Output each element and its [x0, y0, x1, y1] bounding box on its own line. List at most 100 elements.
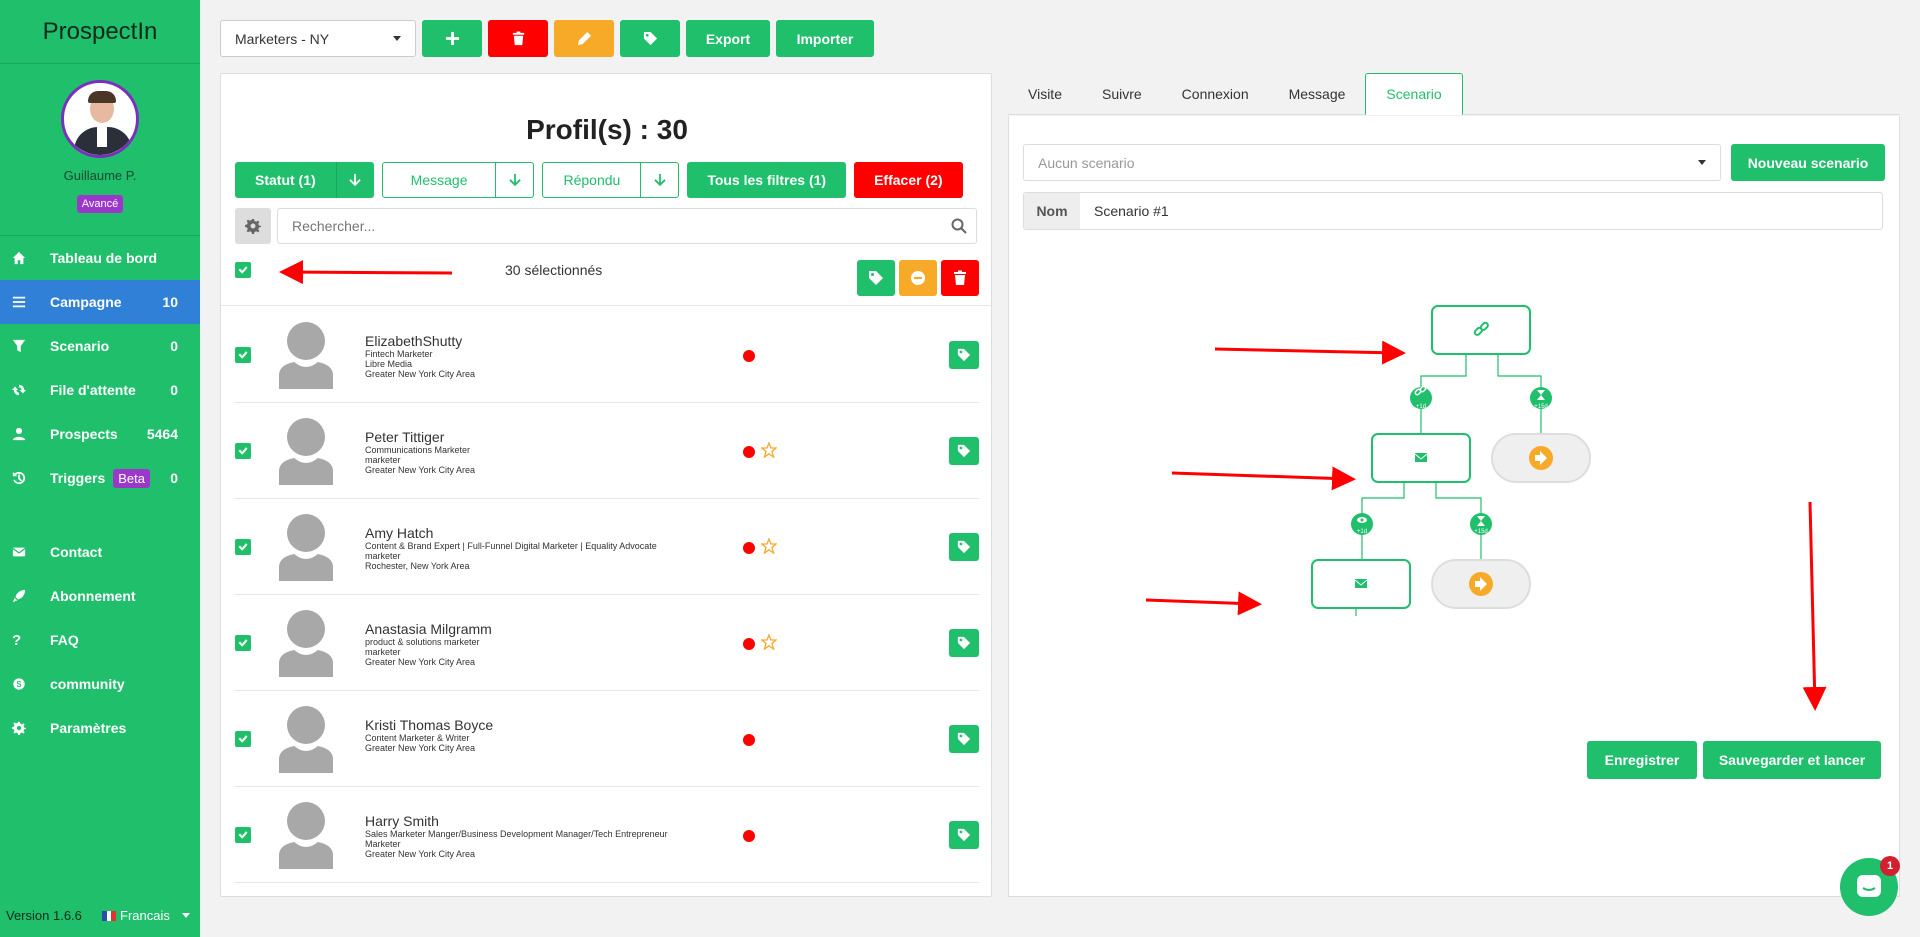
edit-campaign-button[interactable] — [554, 20, 614, 57]
home-icon — [12, 236, 38, 280]
bulk-tag-button[interactable] — [857, 260, 895, 296]
row-tag-button[interactable] — [949, 821, 979, 849]
tag-icon — [957, 540, 971, 554]
filter-message[interactable]: Message — [381, 162, 535, 198]
save-launch-button[interactable]: Sauvegarder et lancer — [1703, 741, 1881, 779]
star-icon[interactable] — [761, 538, 777, 554]
profile-name[interactable]: ElizabethShutty — [365, 333, 475, 349]
tab-message[interactable]: Message — [1269, 73, 1366, 115]
profile-name[interactable]: Anastasia Milgramm — [365, 621, 492, 637]
sidebar-item-queue[interactable]: File d'attente 0 — [0, 368, 200, 412]
sidebar-item-dashboard[interactable]: Tableau de bord — [0, 236, 200, 280]
row-checkbox[interactable] — [235, 539, 251, 555]
node-message-2[interactable] — [1311, 559, 1411, 609]
row-checkbox[interactable] — [235, 347, 251, 363]
save-button[interactable]: Enregistrer — [1587, 741, 1697, 779]
search-icon[interactable] — [951, 218, 967, 234]
profile-company: marketer — [365, 455, 401, 465]
sidebar-item-prospects[interactable]: Prospects 5464 — [0, 412, 200, 456]
profile-row[interactable]: ElizabethShutty Fintech Marketer Libre Med… — [235, 307, 979, 403]
select-all-checkbox[interactable] — [235, 262, 251, 278]
import-button[interactable]: Importer — [776, 20, 874, 57]
tag-icon — [957, 636, 971, 650]
profile-row[interactable]: Amy Hatch Content & Brand Expert | Full-F… — [235, 499, 979, 595]
history-icon — [12, 456, 38, 500]
settings-button[interactable] — [235, 208, 271, 244]
filter-statut[interactable]: Statut (1) — [235, 162, 374, 198]
profile-info[interactable]: Amy Hatch Content & Brand Expert | Full-F… — [365, 525, 657, 571]
delete-campaign-button[interactable] — [488, 20, 548, 57]
sidebar-item-faq[interactable]: ? FAQ — [0, 618, 200, 662]
selected-count: 30 sélectionnés — [505, 262, 603, 278]
sidebar-item-triggers[interactable]: Triggers Beta 0 — [0, 456, 200, 500]
sidebar-item-community[interactable]: S community — [0, 662, 200, 706]
row-tag-button[interactable] — [949, 725, 979, 753]
profile-info[interactable]: Peter Tittiger Communications Marketer mar… — [365, 429, 475, 475]
sidebar-item-parametres[interactable]: Paramètres — [0, 706, 200, 750]
trash-icon — [954, 270, 966, 285]
profile-name[interactable]: Peter Tittiger — [365, 429, 475, 445]
star-icon[interactable] — [761, 442, 777, 458]
sidebar-item-contact[interactable]: Contact — [0, 530, 200, 574]
status-dot — [743, 542, 755, 554]
row-tag-button[interactable] — [949, 341, 979, 369]
profile-row[interactable]: Harry Smith Sales Marketer Manger/Busines… — [235, 787, 979, 883]
app-brand[interactable]: ProspectIn — [0, 0, 200, 64]
row-checkbox[interactable] — [235, 443, 251, 459]
profile-name[interactable]: Kristi Thomas Boyce — [365, 717, 493, 733]
bulk-delete-button[interactable] — [941, 260, 979, 296]
row-tag-button[interactable] — [949, 437, 979, 465]
filter-repondu[interactable]: Répondu — [542, 162, 680, 198]
add-campaign-button[interactable] — [422, 20, 482, 57]
tab-scenario[interactable]: Scenario — [1365, 73, 1463, 115]
profile-info[interactable]: Anastasia Milgramm product & solutions ma… — [365, 621, 492, 667]
campaign-select[interactable]: Marketers - NY — [220, 20, 416, 57]
tab-suivre[interactable]: Suivre — [1082, 73, 1162, 115]
clear-filters-button[interactable]: Effacer (2) — [854, 162, 963, 198]
profile-info[interactable]: Kristi Thomas Boyce Content Marketer & Wr… — [365, 717, 493, 753]
scenario-select[interactable]: Aucun scenario — [1023, 144, 1721, 181]
tag-campaign-button[interactable] — [620, 20, 680, 57]
name-value[interactable]: Scenario #1 — [1080, 193, 1882, 229]
sidebar-item-abonnement[interactable]: Abonnement — [0, 574, 200, 618]
profile-row[interactable]: Kristi Thomas Boyce Content Marketer & Wr… — [235, 691, 979, 787]
profile-row[interactable]: Anastasia Milgramm product & solutions ma… — [235, 595, 979, 691]
avatar[interactable] — [61, 80, 139, 158]
node-exit-1[interactable] — [1491, 433, 1591, 483]
arrow-down-icon — [335, 162, 374, 198]
tab-connexion[interactable]: Connexion — [1162, 73, 1269, 115]
new-scenario-button[interactable]: Nouveau scenario — [1731, 144, 1885, 181]
scenario-name-field[interactable]: Nom Scenario #1 — [1023, 192, 1883, 230]
tag-icon — [957, 444, 971, 458]
profile-row[interactable]: Peter Tittiger Communications Marketer mar… — [235, 403, 979, 499]
action-tabs: Visite Suivre Connexion Message Scenario — [1008, 73, 1900, 115]
delay-label: +15d — [1474, 529, 1488, 535]
row-tag-button[interactable] — [949, 533, 979, 561]
profile-info[interactable]: ElizabethShutty Fintech Marketer Libre Med… — [365, 333, 475, 379]
node-message-1[interactable] — [1371, 433, 1471, 483]
sidebar-item-scenario[interactable]: Scenario 0 — [0, 324, 200, 368]
skype-icon: S — [12, 662, 38, 706]
row-checkbox[interactable] — [235, 731, 251, 747]
profile-location: Greater New York City Area — [365, 657, 476, 667]
profile-info[interactable]: Harry Smith Sales Marketer Manger/Busines… — [365, 813, 668, 859]
node-connect[interactable] — [1431, 305, 1531, 355]
all-filters-button[interactable]: Tous les filtres (1) — [687, 162, 847, 198]
profile-name[interactable]: Harry Smith — [365, 813, 668, 829]
sidebar-item-campagne[interactable]: Campagne 10 — [0, 280, 200, 324]
row-checkbox[interactable] — [235, 635, 251, 651]
node-exit-2[interactable] — [1431, 559, 1531, 609]
row-tag-button[interactable] — [949, 629, 979, 657]
check-icon — [238, 735, 248, 743]
export-button[interactable]: Export — [686, 20, 770, 57]
language-selector[interactable]: Francais — [102, 908, 190, 923]
star-icon[interactable] — [761, 634, 777, 650]
tab-visite[interactable]: Visite — [1008, 73, 1082, 115]
bulk-remove-button[interactable] — [899, 260, 937, 296]
eye-icon — [1357, 517, 1367, 523]
search-input[interactable] — [277, 208, 977, 244]
chat-button[interactable]: 1 — [1840, 856, 1900, 916]
profile-name[interactable]: Amy Hatch — [365, 525, 657, 541]
row-checkbox[interactable] — [235, 827, 251, 843]
status-dot — [743, 638, 755, 650]
